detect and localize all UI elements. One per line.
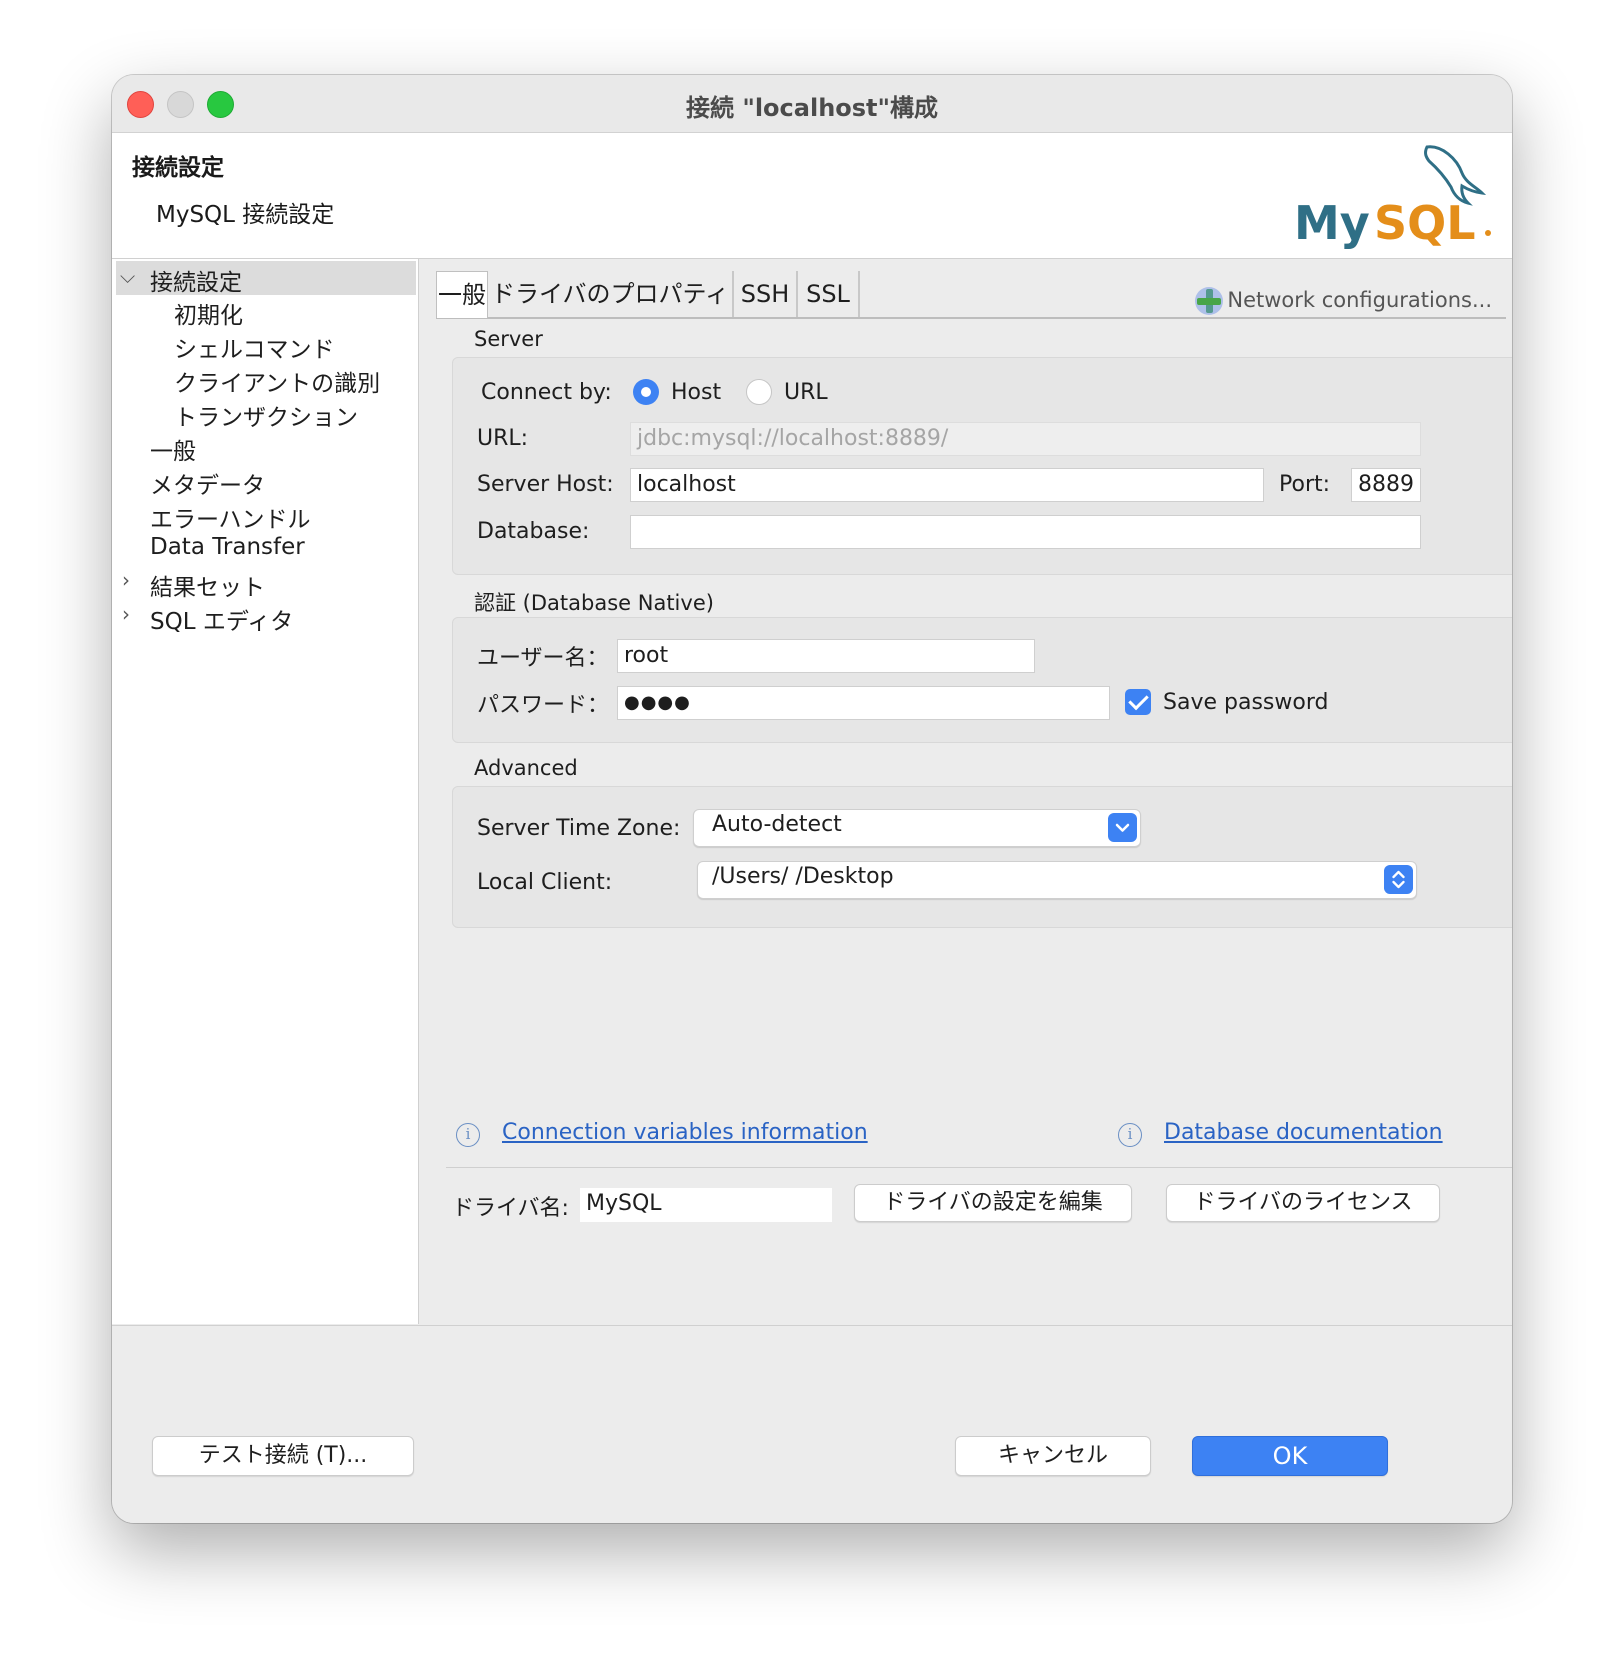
divider — [446, 1167, 1512, 1168]
username-input[interactable]: root — [617, 639, 1035, 673]
port-input[interactable]: 8889 — [1351, 468, 1421, 502]
svg-text:My: My — [1294, 196, 1370, 250]
page-header: 接続設定 MySQL 接続設定 My SQL — [112, 133, 1512, 259]
tab-general[interactable]: 一般 — [436, 271, 488, 318]
save-password-checkbox[interactable] — [1125, 689, 1151, 715]
sidebar-item-sql-editor[interactable]: › SQL エディタ — [120, 602, 410, 636]
database-documentation-link[interactable]: Database documentation — [1164, 1120, 1443, 1145]
tab-ssh[interactable]: SSH — [734, 271, 798, 317]
radio-url[interactable] — [746, 379, 772, 405]
svg-text:SQL: SQL — [1374, 196, 1476, 250]
driver-name-field: MySQL — [580, 1188, 832, 1222]
port-label: Port: — [1279, 472, 1331, 497]
connect-by-label: Connect by: — [481, 380, 612, 405]
page-subtitle: MySQL 接続設定 — [156, 202, 335, 228]
radio-host-label[interactable]: Host — [671, 380, 721, 405]
save-password-label[interactable]: Save password — [1163, 690, 1328, 715]
sidebar-item-result-sets[interactable]: › 結果セット — [120, 568, 410, 602]
radio-host[interactable] — [633, 379, 659, 405]
sidebar-item-transactions[interactable]: トランザクション — [174, 398, 358, 432]
edit-driver-settings-button[interactable]: ドライバの設定を編集 — [854, 1184, 1132, 1222]
sidebar-item-error-handling[interactable]: エラーハンドル — [150, 500, 311, 534]
up-down-chevron-icon[interactable] — [1384, 865, 1413, 894]
chevron-down-icon[interactable] — [1108, 813, 1137, 842]
info-icon: i — [456, 1123, 480, 1147]
auth-section-label: 認証 (Database Native) — [474, 591, 714, 615]
server-time-zone-select[interactable]: Auto-detect — [693, 809, 1141, 847]
chevron-right-icon[interactable]: › — [122, 602, 130, 626]
advanced-group: Server Time Zone: Auto-detect Local Clie… — [452, 786, 1512, 928]
sidebar-item-metadata[interactable]: メタデータ — [150, 466, 265, 500]
server-host-label: Server Host: — [477, 472, 614, 497]
sidebar-item-init[interactable]: 初期化 — [174, 296, 243, 330]
local-client-label: Local Client: — [477, 870, 613, 895]
advanced-section-label: Advanced — [474, 756, 578, 780]
settings-sidebar: ⌵ 接続設定 初期化 シェルコマンド クライアントの識別 トランザクション 一般… — [112, 259, 419, 1324]
chevron-right-icon[interactable]: › — [122, 568, 130, 592]
password-input[interactable]: ●●●● — [617, 686, 1110, 720]
sidebar-item-client-identification[interactable]: クライアントの識別 — [174, 364, 380, 398]
connection-config-window: 接続 "localhost"構成 接続設定 MySQL 接続設定 My SQL … — [112, 75, 1512, 1523]
mysql-dolphin-logo: My SQL — [1294, 145, 1491, 250]
server-time-zone-label: Server Time Zone: — [477, 816, 681, 841]
info-icon: i — [1118, 1123, 1142, 1147]
driver-name-label: ドライバ名: — [452, 1196, 569, 1221]
title-bar[interactable]: 接続 "localhost"構成 — [112, 75, 1512, 133]
cancel-button[interactable]: キャンセル — [955, 1436, 1151, 1476]
connection-variables-link[interactable]: Connection variables information — [502, 1120, 868, 1145]
ok-button[interactable]: OK — [1192, 1436, 1388, 1476]
test-connection-button[interactable]: テスト接続 (T)... — [152, 1436, 414, 1476]
settings-tabs: 一般 ドライバのプロパティ SSH SSL Network configurat… — [436, 271, 1506, 319]
auth-group: ユーザー名： root パスワード： ●●●● Save password — [452, 617, 1512, 743]
dialog-footer: テスト接続 (T)... キャンセル OK — [112, 1325, 1512, 1523]
radio-url-label[interactable]: URL — [784, 380, 828, 405]
url-label: URL: — [477, 426, 529, 451]
tab-ssl[interactable]: SSL — [798, 271, 860, 317]
url-input[interactable]: jdbc:mysql://localhost:8889/ — [630, 422, 1421, 456]
network-configurations-button[interactable]: Network configurations... — [1195, 287, 1492, 315]
sidebar-item-general[interactable]: 一般 — [150, 432, 196, 466]
server-section-label: Server — [474, 327, 543, 351]
username-label: ユーザー名： — [477, 646, 609, 671]
database-label: Database: — [477, 519, 590, 544]
server-host-input[interactable]: localhost — [630, 468, 1264, 502]
window-title: 接続 "localhost"構成 — [685, 94, 939, 122]
tab-driver-properties[interactable]: ドライバのプロパティ — [488, 271, 734, 317]
database-input[interactable] — [630, 515, 1421, 549]
server-group: Connect by: Host URL URL: jdbc:mysql://l… — [452, 357, 1512, 575]
page-title: 接続設定 — [132, 155, 224, 181]
chevron-down-icon[interactable]: ⌵ — [120, 264, 135, 288]
add-icon — [1195, 287, 1224, 315]
settings-content: 一般 ドライバのプロパティ SSH SSL Network configurat… — [436, 259, 1512, 1324]
driver-license-button[interactable]: ドライバのライセンス — [1166, 1184, 1440, 1222]
password-label: パスワード： — [477, 693, 610, 718]
sidebar-item-shell-commands[interactable]: シェルコマンド — [174, 330, 335, 364]
sidebar-item-connection-settings[interactable]: ⌵ 接続設定 — [116, 261, 416, 296]
local-client-select[interactable]: /Users/ /Desktop — [697, 861, 1417, 899]
sidebar-item-data-transfer[interactable]: Data Transfer — [150, 534, 305, 568]
